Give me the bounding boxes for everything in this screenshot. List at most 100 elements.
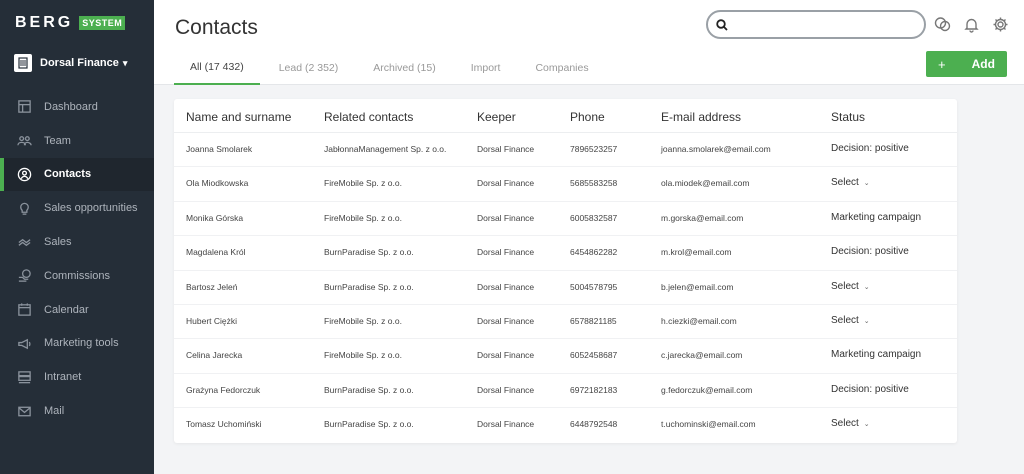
column-header-keeper[interactable]: Keeper (477, 110, 516, 124)
megaphone-icon (18, 338, 31, 350)
phone-number: 6005832587 (570, 212, 618, 223)
intranet-icon (18, 370, 31, 384)
contact-name: Joanna Smolarek (186, 144, 253, 154)
search-icon (716, 18, 728, 31)
brand-logo[interactable]: BERG SYSTEM (15, 14, 126, 32)
contact-name: Ola Miodkowska (186, 178, 249, 189)
phone-number: 6448792548 (570, 419, 618, 430)
table-row[interactable]: Bartosz Jeleń BurnParadise Sp. z o.o. Dors… (174, 271, 957, 305)
commissions-icon (18, 269, 31, 283)
sidebar-item-commissions[interactable]: Commissions (0, 259, 154, 293)
table-row[interactable]: Ola Miodkowska FireMobile Sp. z o.o. Dorsa… (174, 167, 957, 202)
column-header-phone[interactable]: Phone (570, 110, 605, 124)
keeper: Dorsal Finance (477, 247, 535, 258)
status-select-label: Select (831, 418, 859, 430)
sidebar-item-label: Calendar (44, 303, 89, 316)
table-row[interactable]: Hubert Ciężki FireMobile Sp. z o.o. Dorsal… (174, 305, 957, 340)
phone-number: 7896523257 (570, 144, 618, 154)
table-row[interactable]: Magdalena Król BurnParadise Sp. z o.o. Dor… (174, 236, 957, 271)
chevron-down-icon: ⌄ (863, 180, 870, 188)
org-switcher[interactable]: Dorsal Finance ▾ (14, 54, 127, 72)
sidebar-item-marketing-tools[interactable]: Marketing tools (0, 327, 154, 361)
search-input[interactable] (734, 18, 914, 31)
add-contact-button[interactable]: + Add (926, 51, 1007, 77)
status-value: Marketing campaign (831, 211, 922, 223)
tab-lead[interactable]: Lead (2 352) (263, 50, 355, 85)
keeper: Dorsal Finance (477, 316, 535, 326)
sidebar-item-calendar[interactable]: Calendar (0, 293, 154, 327)
status-select-label: Select (831, 315, 859, 326)
contact-name: Tomasz Uchomiński (186, 419, 262, 430)
email-address: h.ciezki@email.com (661, 316, 737, 326)
contact-name: Monika Górska (186, 212, 244, 223)
status-value: Decision: positive (831, 383, 909, 395)
email-address: m.krol@email.com (661, 247, 732, 258)
tab-all[interactable]: All (17 432) (174, 50, 260, 85)
contact-name: Magdalena Król (186, 247, 246, 258)
status-select-label: Select (831, 280, 859, 292)
tab-import[interactable]: Import (455, 50, 517, 85)
column-header-status[interactable]: Status (831, 110, 865, 124)
table-row[interactable]: Celina Jarecka FireMobile Sp. z o.o. Dorsa… (174, 339, 957, 374)
contact-name: Hubert Ciężki (186, 316, 238, 326)
chat-icon[interactable] (934, 16, 951, 33)
chevron-down-icon: ⌄ (863, 318, 870, 325)
org-name: Dorsal Finance (40, 57, 119, 69)
contact-tabs: All (17 432) Lead (2 352) Archived (15) … (174, 50, 608, 85)
status-select-label: Select (831, 177, 859, 189)
page-header: Contacts All (17 432) Lead (2 352) Archi… (154, 0, 1024, 85)
search-box[interactable] (706, 10, 926, 39)
phone-number: 6578821185 (570, 316, 617, 326)
status-select[interactable]: Select ⌄ (831, 418, 870, 429)
sidebar-item-mail[interactable]: Mail (0, 394, 154, 428)
sidebar-item-team[interactable]: Team (0, 124, 154, 158)
sidebar-item-contacts[interactable]: Contacts (0, 157, 154, 192)
sidebar-item-dashboard[interactable]: Dashboard (0, 90, 154, 124)
sidebar-item-sales-opportunities[interactable]: Sales opportunities (0, 191, 154, 225)
building-icon (14, 54, 32, 72)
keeper: Dorsal Finance (477, 281, 535, 292)
related-contact: FireMobile Sp. z o.o. (324, 350, 402, 361)
email-address: g.fedorczuk@email.com (661, 384, 753, 395)
email-address: ola.miodek@email.com (661, 178, 750, 189)
gear-icon[interactable] (992, 16, 1009, 33)
contacts-table: Name and surname Related contacts Keeper… (174, 99, 957, 443)
status-select[interactable]: Select ⌄ (831, 281, 870, 292)
table-header: Name and surname Related contacts Keeper… (174, 99, 957, 133)
table-row[interactable]: Joanna Smolarek JabłonnaManagement Sp. z … (174, 133, 957, 168)
keeper: Dorsal Finance (477, 384, 535, 395)
related-contact: BurnParadise Sp. z o.o. (324, 384, 414, 395)
sales-icon (18, 238, 31, 246)
status-select[interactable]: Select ⌄ (831, 177, 870, 188)
sidebar-nav: Dashboard Team Contacts Sales opportunit… (0, 90, 154, 428)
column-header-related[interactable]: Related contacts (324, 110, 413, 124)
column-header-name[interactable]: Name and surname (186, 110, 291, 124)
sidebar-item-label: Contacts (44, 168, 92, 181)
brand-name: BERG (15, 14, 74, 31)
table-row[interactable]: Grażyna Fedorczuk BurnParadise Sp. z o.o.… (174, 374, 957, 409)
keeper: Dorsal Finance (477, 212, 535, 223)
bell-icon[interactable] (963, 16, 980, 33)
tab-archived[interactable]: Archived (15) (357, 50, 451, 85)
email-address: c.jarecka@email.com (661, 350, 743, 361)
sidebar: BERG SYSTEM Dorsal Finance ▾ Dashboard T… (0, 0, 154, 474)
sidebar-item-label: Intranet (44, 371, 82, 384)
table-row[interactable]: Tomasz Uchomiński BurnParadise Sp. z o.o.… (174, 408, 957, 442)
status-select[interactable]: Select ⌄ (831, 315, 870, 326)
phone-number: 6052458687 (570, 350, 618, 361)
table-row[interactable]: Monika Górska FireMobile Sp. z o.o. Dorsal… (174, 202, 957, 237)
related-contact: FireMobile Sp. z o.o. (324, 178, 402, 189)
tab-companies[interactable]: Companies (519, 50, 604, 85)
column-header-email[interactable]: E-mail address (661, 110, 741, 124)
sidebar-item-label: Team (44, 134, 71, 147)
team-icon (17, 136, 32, 146)
chevron-down-icon: ⌄ (863, 283, 870, 291)
phone-number: 5685583258 (570, 178, 618, 189)
email-address: m.gorska@email.com (661, 212, 744, 223)
phone-number: 5004578795 (570, 281, 618, 292)
sidebar-item-sales[interactable]: Sales (0, 225, 154, 259)
keeper: Dorsal Finance (477, 178, 535, 189)
chevron-down-icon: ⌄ (863, 421, 870, 429)
sidebar-item-intranet[interactable]: Intranet (0, 360, 154, 394)
related-contact: BurnParadise Sp. z o.o. (324, 419, 414, 430)
